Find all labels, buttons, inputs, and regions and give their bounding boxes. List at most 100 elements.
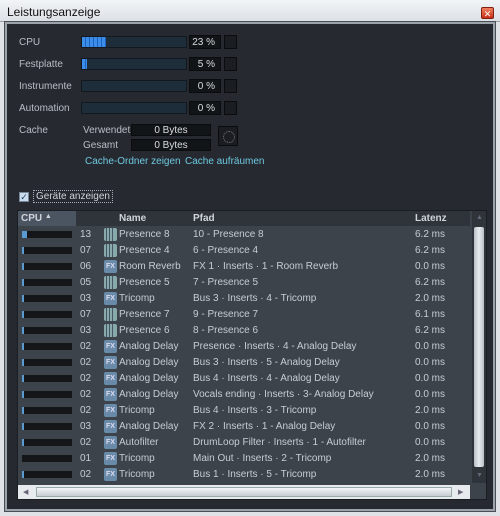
- cpu-usage-bar: [22, 343, 72, 350]
- instance-count: 02: [80, 341, 92, 352]
- table-row[interactable]: 05 Presence 5 7 - Presence 5 6.2 ms: [18, 275, 470, 291]
- table-row[interactable]: 07 Presence 4 6 - Presence 4 6.2 ms: [18, 243, 470, 259]
- fx-icon: FX: [104, 292, 117, 305]
- table-row[interactable]: 03 FX Analog Delay FX 2 · Inserts · 1 - …: [18, 419, 470, 435]
- table-row[interactable]: 02 FX Tricomp Bus 4 · Inserts · 3 - Tric…: [18, 403, 470, 419]
- instance-count: 07: [80, 245, 92, 256]
- table-row[interactable]: 02 FX Analog Delay Bus 3 · Inserts · 5 -…: [18, 355, 470, 371]
- column-header-cpu[interactable]: CPU ▲: [18, 211, 76, 226]
- device-name: Presence 7: [119, 309, 170, 320]
- cache-used-label: Verwendet: [83, 125, 131, 136]
- scroll-right-icon[interactable]: ▶: [458, 488, 463, 496]
- title-bar: Leistungsanzeige ✕: [0, 0, 500, 22]
- cpu-usage-bar: [22, 327, 72, 334]
- activity-spinner-icon: [218, 126, 238, 146]
- column-header-path[interactable]: Pfad: [193, 213, 215, 224]
- horizontal-scrollbar[interactable]: ◀ ▶: [18, 485, 470, 499]
- table-row[interactable]: 06 FX Room Reverb FX 1 · Inserts · 1 - R…: [18, 259, 470, 275]
- instance-count: 02: [80, 405, 92, 416]
- device-latency: 6.2 ms: [415, 245, 446, 256]
- instance-count: 01: [80, 453, 92, 464]
- instance-count: 05: [80, 277, 92, 288]
- device-latency: 6.2 ms: [415, 277, 446, 288]
- device-path: Bus 3 · Inserts · 5 - Analog Delay: [193, 357, 340, 368]
- table-row[interactable]: 02 FX Autofilter DrumLoop Filter · Inser…: [18, 435, 470, 451]
- cpu-usage-bar: [22, 439, 72, 446]
- device-name: Presence 4: [119, 245, 170, 256]
- instance-count: 02: [80, 389, 92, 400]
- close-icon[interactable]: ✕: [481, 7, 494, 19]
- instance-count: 13: [80, 229, 92, 240]
- table-row[interactable]: 02 FX Analog Delay Bus 4 · Inserts · 4 -…: [18, 371, 470, 387]
- scroll-down-icon[interactable]: ▼: [476, 472, 483, 479]
- peak-indicator: [224, 35, 237, 49]
- cpu-usage-bar: [22, 471, 72, 478]
- peak-indicator: [224, 79, 237, 93]
- device-path: Bus 1 · Inserts · 5 - Tricomp: [193, 469, 317, 480]
- table-row[interactable]: 07 Presence 7 9 - Presence 7 6.1 ms: [18, 307, 470, 323]
- device-name: Analog Delay: [119, 373, 179, 384]
- table-row[interactable]: 02 FX Analog Delay Vocals ending · Inser…: [18, 387, 470, 403]
- cpu-usage-bar: [22, 231, 72, 238]
- column-header-name[interactable]: Name: [119, 213, 146, 224]
- instrument-icon: [104, 276, 117, 289]
- device-path: FX 1 · Inserts · 1 - Room Reverb: [193, 261, 339, 272]
- meter-label-automation: Automation: [19, 103, 70, 114]
- show-cache-folder-link[interactable]: Cache-Ordner zeigen: [85, 156, 181, 167]
- table-header: CPU ▲ Name Pfad Latenz: [18, 211, 470, 226]
- device-name: Presence 5: [119, 277, 170, 288]
- table-row[interactable]: 03 Presence 6 8 - Presence 6 6.2 ms: [18, 323, 470, 339]
- show-devices-checkbox[interactable]: ✓: [19, 192, 29, 202]
- device-latency: 2.0 ms: [415, 405, 446, 416]
- device-name: Analog Delay: [119, 357, 179, 368]
- cpu-usage-bar: [22, 295, 72, 302]
- horizontal-scroll-thumb[interactable]: [36, 487, 452, 497]
- device-path: Bus 3 · Inserts · 4 - Tricomp: [193, 293, 317, 304]
- table-row[interactable]: 02 FX Analog Delay Presence · Inserts · …: [18, 339, 470, 355]
- device-name: Room Reverb: [119, 261, 181, 272]
- column-header-latency[interactable]: Latenz: [415, 213, 447, 224]
- table-row[interactable]: 01 FX Tricomp Main Out · Inserts · 2 - T…: [18, 451, 470, 467]
- instance-count: 02: [80, 373, 92, 384]
- scroll-left-icon[interactable]: ◀: [23, 488, 28, 496]
- cleanup-cache-link[interactable]: Cache aufräumen: [185, 156, 265, 167]
- fx-icon: FX: [104, 260, 117, 273]
- instrument-icon: [104, 308, 117, 321]
- performance-panel: CPU 23 % Festplatte 5 % Instrumente 0 % …: [4, 21, 496, 512]
- device-latency: 0.0 ms: [415, 261, 446, 272]
- meter-value-instrumente: 0 %: [189, 79, 221, 93]
- fx-icon: FX: [104, 340, 117, 353]
- cpu-usage-bar: [22, 407, 72, 414]
- table-row[interactable]: 03 FX Tricomp Bus 3 · Inserts · 4 - Tric…: [18, 291, 470, 307]
- instance-count: 06: [80, 261, 92, 272]
- meter-label-festplatte: Festplatte: [19, 59, 63, 70]
- cpu-usage-bar: [22, 263, 72, 270]
- device-name: Analog Delay: [119, 421, 179, 432]
- cpu-usage-bar: [22, 311, 72, 318]
- cpu-header-label: CPU: [21, 213, 43, 224]
- device-path: 6 - Presence 4: [193, 245, 259, 256]
- device-latency: 0.0 ms: [415, 421, 446, 432]
- device-path: 10 - Presence 8: [193, 229, 264, 240]
- cpu-usage-bar: [22, 423, 72, 430]
- device-latency: 2.0 ms: [415, 293, 446, 304]
- device-latency: 2.0 ms: [415, 469, 446, 480]
- cpu-usage-bar: [22, 279, 72, 286]
- vertical-scrollbar[interactable]: ▲ ▼: [472, 211, 486, 483]
- table-row[interactable]: 13 Presence 8 10 - Presence 8 6.2 ms: [18, 227, 470, 243]
- table-row[interactable]: 02 FX Tricomp Bus 1 · Inserts · 5 - Tric…: [18, 467, 470, 483]
- meter-value-cpu: 23 %: [189, 35, 221, 49]
- scroll-up-icon[interactable]: ▲: [476, 214, 483, 221]
- show-devices-label[interactable]: Geräte anzeigen: [33, 190, 113, 203]
- device-name: Analog Delay: [119, 341, 179, 352]
- device-name: Tricomp: [119, 405, 155, 416]
- meter-bar-automation: [81, 102, 187, 114]
- cache-total-value: 0 Bytes: [131, 139, 211, 151]
- cpu-usage-bar: [22, 391, 72, 398]
- peak-indicator: [224, 101, 237, 115]
- device-name: Presence 6: [119, 325, 170, 336]
- meter-fill: [82, 59, 88, 69]
- vertical-scroll-thumb[interactable]: [474, 227, 484, 467]
- device-path: Bus 4 · Inserts · 3 - Tricomp: [193, 405, 317, 416]
- device-latency: 0.0 ms: [415, 389, 446, 400]
